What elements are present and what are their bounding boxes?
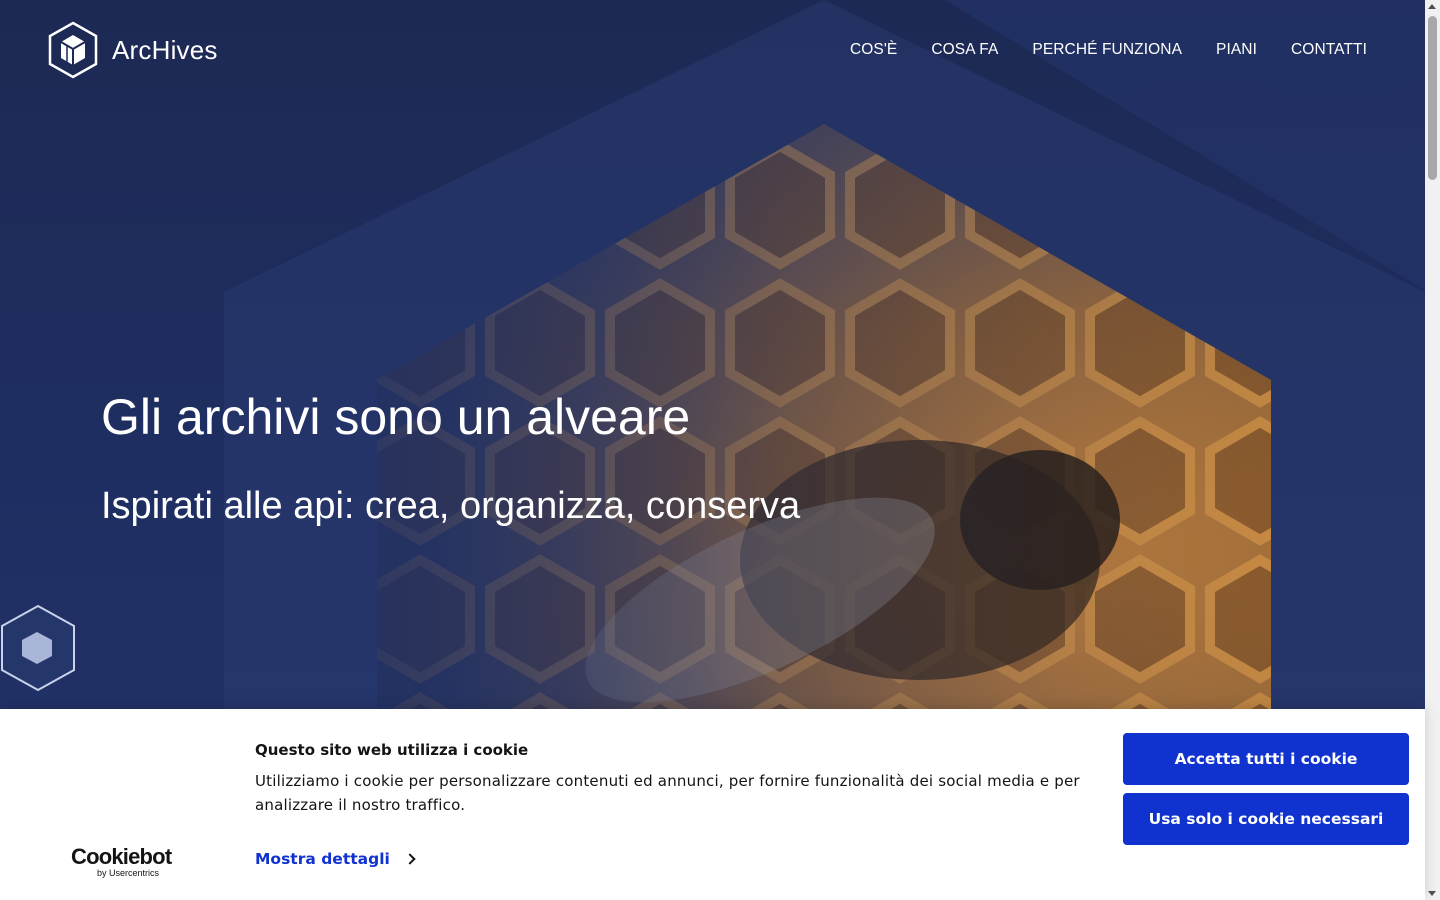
archives-cube-icon <box>48 21 98 79</box>
show-details-label: Mostra dettagli <box>255 850 390 868</box>
cookiebot-logo: Cookiebot by Usercentrics <box>71 844 172 879</box>
scrollbar-thumb[interactable] <box>1428 16 1437 180</box>
chevron-right-icon <box>404 853 416 865</box>
nav-item-piani[interactable]: PIANI <box>1216 41 1257 59</box>
cookiebot-byline: by Usercentrics <box>97 868 160 878</box>
logo[interactable]: ArcHives <box>47 21 218 79</box>
hero-title: Gli archivi sono un alveare <box>101 389 691 445</box>
hexagon-icon[interactable] <box>0 604 76 692</box>
main-nav: COS'È COSA FA PERCHÉ FUNZIONA PIANI CONT… <box>850 41 1367 59</box>
nav-item-perche-funziona[interactable]: PERCHÉ FUNZIONA <box>1032 41 1182 59</box>
cookie-banner-text: Utilizziamo i cookie per personalizzare … <box>255 772 1080 814</box>
nav-item-cosa-fa[interactable]: COSA FA <box>931 41 998 59</box>
hero-subtitle: Ispirati alle api: crea, organizza, cons… <box>101 485 801 527</box>
page-scrollbar[interactable] <box>1425 0 1440 900</box>
scroll-up-icon[interactable] <box>1428 4 1436 9</box>
cookie-banner: Cookiebot by Usercentrics Questo sito we… <box>0 709 1425 900</box>
scroll-down-icon[interactable] <box>1428 891 1436 896</box>
cookiebot-wordmark: Cookiebot <box>71 844 172 869</box>
nav-item-cose[interactable]: COS'È <box>850 41 897 59</box>
necessary-cookies-only-button[interactable]: Usa solo i cookie necessari <box>1123 793 1409 845</box>
brand-name: ArcHives <box>112 34 218 65</box>
nav-item-contatti[interactable]: CONTATTI <box>1291 41 1367 59</box>
cookie-banner-title: Questo sito web utilizza i cookie <box>255 741 529 759</box>
show-details-link[interactable]: Mostra dettagli <box>255 850 416 868</box>
accept-all-cookies-button[interactable]: Accetta tutti i cookie <box>1123 733 1409 785</box>
site-header: ArcHives COS'È COSA FA PERCHÉ FUNZIONA P… <box>0 0 1425 100</box>
